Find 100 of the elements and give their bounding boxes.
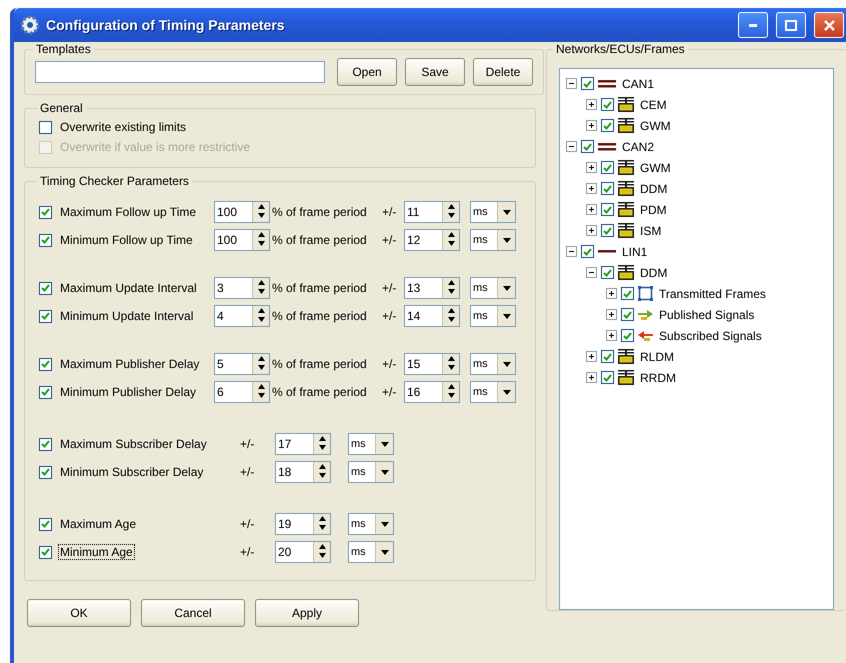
tree-item[interactable]: CAN1 [620,76,656,92]
checkbox[interactable] [601,161,614,174]
checkbox[interactable] [581,140,594,153]
checkbox[interactable] [621,287,634,300]
unit-dropdown[interactable]: ms [348,541,394,563]
checkbox[interactable] [39,282,52,294]
tree-item[interactable]: PDM [638,202,669,218]
up-arrow-icon[interactable] [258,384,264,389]
dialog-button[interactable]: Apply [255,599,359,627]
up-arrow-icon[interactable] [318,516,326,521]
checkbox[interactable] [39,518,52,530]
tree-item[interactable]: CAN2 [620,138,656,154]
up-arrow-icon[interactable] [318,544,326,549]
unit-dropdown[interactable]: ms [348,513,394,535]
up-arrow-icon[interactable] [258,308,264,313]
template-button[interactable]: Save [405,58,465,86]
checkbox[interactable] [621,308,634,321]
spin-box[interactable]: 11 [404,201,460,223]
maximize-button[interactable] [776,12,806,38]
template-button[interactable]: Open [337,58,397,86]
down-arrow-icon[interactable] [258,365,264,370]
spin-box[interactable]: 100 [214,201,270,223]
tree-item[interactable]: ISM [638,222,664,238]
unit-dropdown[interactable]: ms [470,229,516,251]
tree-item[interactable]: DDM [638,180,670,196]
tree-item[interactable]: Subscribed Signals [657,328,764,344]
up-arrow-icon[interactable] [448,308,454,313]
spin-box[interactable]: 19 [275,513,331,535]
up-arrow-icon[interactable] [448,280,454,285]
checkbox[interactable] [39,386,52,398]
expand-toggle[interactable] [586,183,597,194]
tree-item[interactable]: GWM [638,160,673,176]
expand-toggle[interactable] [586,162,597,173]
tree-item[interactable]: DDM [638,264,670,280]
spin-box[interactable]: 6 [214,381,270,403]
spin-box[interactable]: 13 [404,277,460,299]
checkbox[interactable] [601,350,614,363]
unit-dropdown[interactable]: ms [348,433,394,455]
spin-box[interactable]: 5 [214,353,270,375]
expand-toggle[interactable] [586,204,597,215]
checkbox[interactable] [39,206,52,218]
unit-dropdown[interactable]: ms [470,381,516,403]
template-button[interactable]: Delete [473,58,533,86]
checkbox[interactable] [601,203,614,216]
spin-box[interactable]: 100 [214,229,270,251]
down-arrow-icon[interactable] [448,289,454,294]
checkbox[interactable] [39,120,52,134]
checkbox[interactable] [39,358,52,370]
up-arrow-icon[interactable] [258,232,264,237]
down-arrow-icon[interactable] [448,365,454,370]
checkbox[interactable] [601,98,614,111]
down-arrow-icon[interactable] [448,393,454,398]
unit-dropdown[interactable]: ms [470,305,516,327]
dialog-button[interactable]: Cancel [141,599,245,627]
down-arrow-icon[interactable] [448,213,454,218]
spin-box[interactable]: 16 [404,381,460,403]
spin-box[interactable]: 12 [404,229,460,251]
expand-toggle[interactable] [586,351,597,362]
checkbox[interactable] [39,546,52,558]
up-arrow-icon[interactable] [318,436,326,441]
tree-item[interactable]: Transmitted Frames [657,286,768,302]
checkbox[interactable] [39,438,52,450]
down-arrow-icon[interactable] [318,445,326,450]
down-arrow-icon[interactable] [258,393,264,398]
tree-item[interactable]: RRDM [638,370,678,386]
spin-box[interactable]: 3 [214,277,270,299]
checkbox[interactable] [601,266,614,279]
checkbox[interactable] [601,182,614,195]
tree-item[interactable]: RLDM [638,348,676,364]
down-arrow-icon[interactable] [258,317,264,322]
up-arrow-icon[interactable] [258,204,264,209]
spin-box[interactable]: 15 [404,353,460,375]
unit-dropdown[interactable]: ms [470,353,516,375]
minimize-button[interactable] [738,12,768,38]
spin-box[interactable]: 14 [404,305,460,327]
up-arrow-icon[interactable] [258,280,264,285]
expand-toggle[interactable] [586,120,597,131]
unit-dropdown[interactable]: ms [348,461,394,483]
expand-toggle[interactable] [566,246,577,257]
dialog-button[interactable]: OK [27,599,131,627]
checkbox[interactable] [601,224,614,237]
up-arrow-icon[interactable] [318,464,326,469]
down-arrow-icon[interactable] [448,317,454,322]
expand-toggle[interactable] [606,309,617,320]
checkbox[interactable] [581,77,594,90]
expand-toggle[interactable] [586,372,597,383]
down-arrow-icon[interactable] [258,289,264,294]
expand-toggle[interactable] [566,78,577,89]
checkbox[interactable] [39,466,52,478]
close-button[interactable] [814,12,844,38]
expand-toggle[interactable] [586,225,597,236]
template-field[interactable] [35,61,325,83]
down-arrow-icon[interactable] [258,241,264,246]
expand-toggle[interactable] [566,141,577,152]
down-arrow-icon[interactable] [318,553,326,558]
spin-box[interactable]: 20 [275,541,331,563]
checkbox[interactable] [39,234,52,246]
down-arrow-icon[interactable] [318,525,326,530]
up-arrow-icon[interactable] [448,384,454,389]
down-arrow-icon[interactable] [258,213,264,218]
